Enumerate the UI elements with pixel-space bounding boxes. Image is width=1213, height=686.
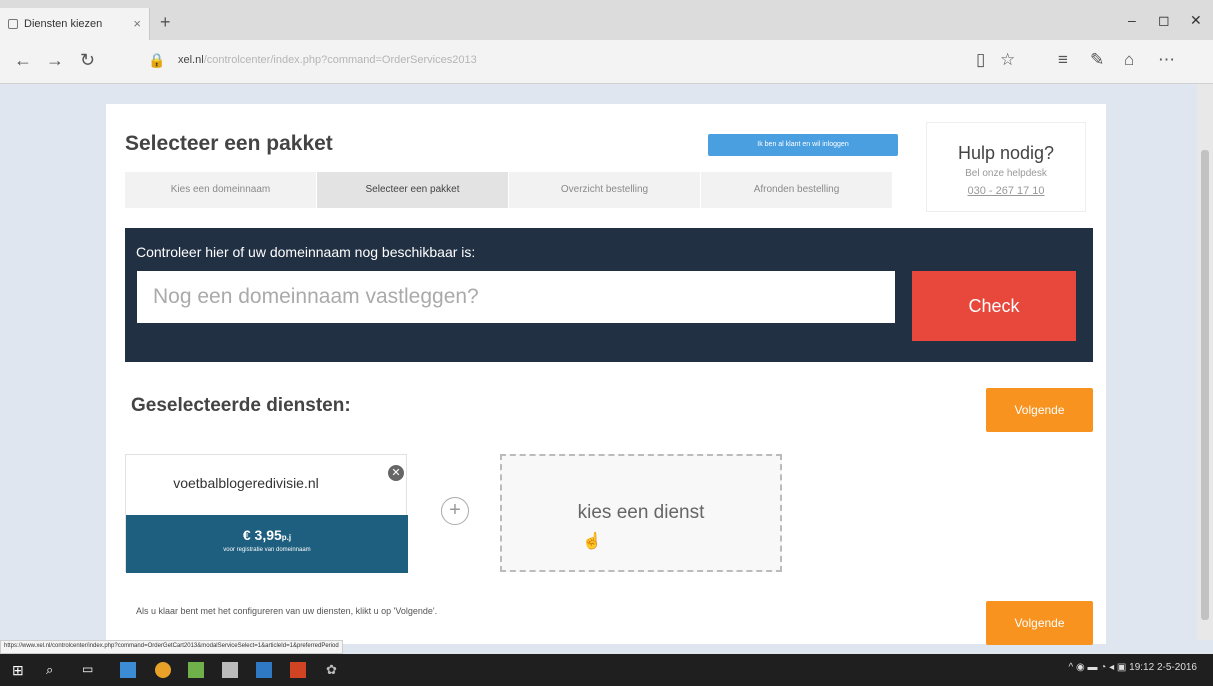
add-service-plus-icon[interactable]: + — [441, 497, 469, 525]
next-button-bottom[interactable]: Volgende — [986, 601, 1093, 645]
forward-icon[interactable]: → — [46, 50, 64, 71]
hub-icon[interactable]: ≡ — [1058, 50, 1068, 70]
page-container: Selecteer een pakket Ik ben al klant en … — [106, 104, 1106, 645]
outlook-icon[interactable] — [256, 662, 272, 678]
help-title: Hulp nodig? — [957, 143, 1055, 163]
new-tab-icon[interactable]: + — [160, 12, 171, 33]
check-button[interactable]: Check — [912, 271, 1076, 341]
more-icon[interactable]: ⋯ — [1158, 50, 1175, 70]
service-card[interactable]: voetbalblogeredivisie.nl ✕ € 3,95p.j voo… — [125, 454, 408, 573]
url-domain: xel.nl — [178, 54, 204, 66]
maximize-icon[interactable]: ◻ — [1158, 12, 1170, 29]
price-value: € 3,95 — [242, 527, 282, 543]
scrollbar-thumb[interactable] — [1201, 150, 1209, 620]
minimize-icon[interactable]: – — [1128, 12, 1136, 28]
task-view-icon[interactable]: ▭ — [82, 662, 98, 678]
choose-service-label: kies een dienst — [577, 502, 705, 523]
step-choose-domain[interactable]: Kies een domeinnaam — [125, 172, 317, 208]
domain-search-input[interactable] — [137, 271, 895, 323]
login-button[interactable]: Ik ben al klant en wil inloggen — [708, 134, 898, 156]
domain-check-panel: Controleer hier of uw domeinnaam nog bes… — [125, 228, 1093, 362]
next-button-top[interactable]: Volgende — [986, 388, 1093, 432]
price-period: p.j — [281, 533, 292, 542]
address-bar-row: ← → ↻ 🔒 xel.nl/controlcenter/index.php?c… — [0, 40, 1213, 84]
page-title: Selecteer een pakket — [125, 132, 333, 155]
url-path: /controlcenter/index.php?command=OrderSe… — [203, 54, 477, 66]
domain-check-label: Controleer hier of uw domeinnaam nog bes… — [136, 244, 476, 260]
service-price: € 3,95p.j — [126, 527, 408, 543]
price-box: € 3,95p.j voor registratie van domeinnaa… — [126, 515, 408, 573]
back-icon[interactable]: ← — [14, 50, 32, 71]
browser-titlebar: Diensten kiezen × + – ◻ ✕ — [0, 0, 1213, 40]
service-domain-name: voetbalblogeredivisie.nl — [173, 475, 319, 491]
clock-date: 2-5-2016 — [1156, 662, 1197, 673]
tab-favicon-icon — [8, 19, 18, 29]
powerpoint-icon[interactable] — [290, 662, 306, 678]
reading-view-icon[interactable]: ▯ — [976, 50, 985, 70]
choose-service-slot[interactable]: kies een dienst ☝ — [500, 454, 782, 572]
selected-services-title: Geselecteerde diensten: — [131, 395, 351, 416]
tray-icons: ^ ◉ ▬ ◔ ◂ ▣ — [1068, 662, 1130, 673]
edge-icon[interactable] — [120, 662, 136, 678]
help-phone-link[interactable]: 030 - 267 17 10 — [927, 185, 1085, 197]
status-url: https://www.xel.nl/controlcenter/index.p… — [0, 640, 343, 654]
help-subtitle: Bel onze helpdesk — [965, 168, 1047, 179]
favorite-star-icon[interactable]: ☆ — [1000, 50, 1015, 70]
clock-time: 19:12 — [1129, 662, 1155, 673]
tab-title: Diensten kiezen — [24, 18, 103, 30]
web-note-icon[interactable]: ✎ — [1090, 50, 1104, 70]
help-box: Hulp nodig? Bel onze helpdesk 030 - 267 … — [926, 122, 1086, 212]
browser-tab[interactable]: Diensten kiezen × — [0, 8, 150, 40]
chrome-icon[interactable] — [155, 662, 171, 678]
system-tray[interactable]: ^ ◉ ▬ ◔ ◂ ▣ 19:12 2-5-2016 — [1069, 662, 1197, 673]
search-icon[interactable]: ⌕ — [46, 662, 62, 678]
taskbar: ⊞ ⌕ ▭ ✿ ^ ◉ ▬ ◔ ◂ ▣ 19:12 2-5-2016 — [0, 654, 1213, 686]
remove-service-icon[interactable]: ✕ — [388, 465, 404, 481]
close-window-icon[interactable]: ✕ — [1190, 12, 1202, 29]
store-icon[interactable] — [222, 662, 238, 678]
step-finish-order[interactable]: Afronden bestelling — [701, 172, 893, 208]
step-order-overview[interactable]: Overzicht bestelling — [509, 172, 701, 208]
price-note: voor registratie van domeinnaam — [223, 547, 311, 553]
hand-cursor-icon: ☝ — [582, 533, 602, 550]
app-icon[interactable]: ✿ — [326, 662, 342, 678]
url-field[interactable]: xel.nl/controlcenter/index.php?command=O… — [178, 54, 477, 66]
step-select-package[interactable]: Selecteer een pakket — [317, 172, 509, 208]
photos-icon[interactable] — [188, 662, 204, 678]
start-icon[interactable]: ⊞ — [12, 662, 28, 678]
order-steps: Kies een domeinnaam Selecteer een pakket… — [125, 172, 893, 208]
configure-hint: Als u klaar bent met het configureren va… — [136, 606, 438, 616]
share-icon[interactable]: ⌂ — [1124, 50, 1134, 70]
lock-icon: 🔒 — [148, 52, 166, 68]
refresh-icon[interactable]: ↻ — [80, 50, 95, 71]
tab-close-icon[interactable]: × — [133, 16, 141, 31]
